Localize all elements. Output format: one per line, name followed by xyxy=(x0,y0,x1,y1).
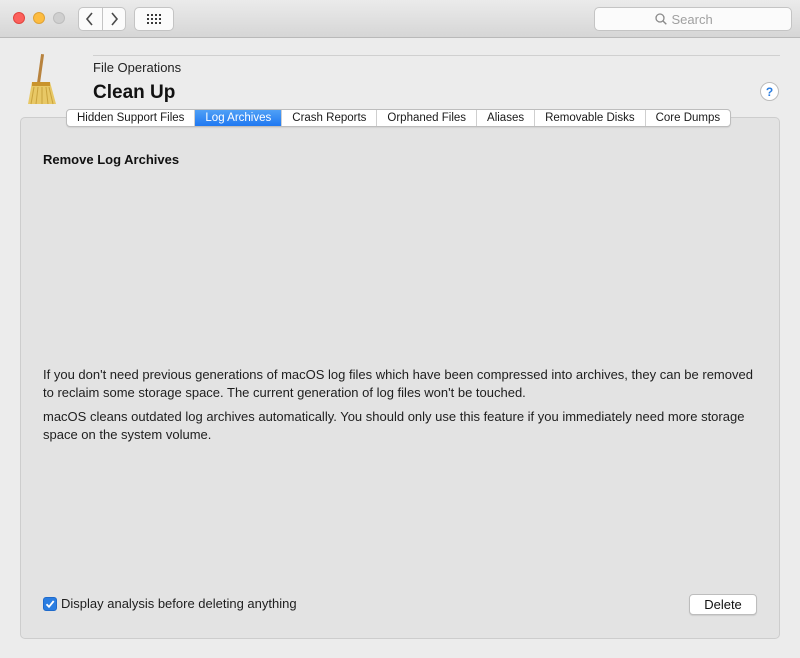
grid-icon xyxy=(147,14,161,24)
tab-core-dumps[interactable]: Core Dumps xyxy=(646,110,731,126)
display-analysis-option[interactable]: Display analysis before deleting anythin… xyxy=(43,596,297,611)
chevron-right-icon xyxy=(111,12,119,26)
help-button[interactable]: ? xyxy=(760,82,779,101)
tab-orphaned-files[interactable]: Orphaned Files xyxy=(377,110,478,126)
checkmark-icon xyxy=(45,599,55,608)
show-all-button[interactable] xyxy=(134,7,174,31)
broom-icon xyxy=(28,54,56,105)
header-divider xyxy=(93,55,780,56)
tab-removable-disks[interactable]: Removable Disks xyxy=(535,110,646,126)
minimize-window-button[interactable] xyxy=(33,12,45,24)
tab-crash-reports[interactable]: Crash Reports xyxy=(282,110,378,126)
title-bar xyxy=(0,0,800,38)
chevron-left-icon xyxy=(86,12,94,26)
search-field[interactable] xyxy=(594,7,792,31)
page-subtitle: File Operations xyxy=(93,60,182,75)
zoom-window-button[interactable] xyxy=(53,12,65,24)
display-analysis-label: Display analysis before deleting anythin… xyxy=(61,596,297,611)
tab-aliases[interactable]: Aliases xyxy=(477,110,536,126)
search-icon xyxy=(654,13,667,25)
display-analysis-checkbox[interactable] xyxy=(43,596,57,611)
search-input[interactable] xyxy=(671,11,732,27)
close-window-button[interactable] xyxy=(13,12,25,24)
section-title: Remove Log Archives xyxy=(43,152,180,167)
tab-bar: Hidden Support Files Log Archives Crash … xyxy=(66,109,732,127)
back-button[interactable] xyxy=(79,8,102,30)
description-paragraph: If you don't need previous generations o… xyxy=(43,367,753,400)
tab-log-archives[interactable]: Log Archives xyxy=(195,110,283,126)
delete-button[interactable]: Delete xyxy=(689,594,757,615)
tab-hidden-support-files[interactable]: Hidden Support Files xyxy=(67,110,196,126)
forward-button[interactable] xyxy=(101,8,125,30)
note-paragraph: macOS cleans outdated log archives autom… xyxy=(43,409,745,442)
page-title: Clean Up xyxy=(93,82,176,103)
navigation-buttons xyxy=(78,7,126,31)
